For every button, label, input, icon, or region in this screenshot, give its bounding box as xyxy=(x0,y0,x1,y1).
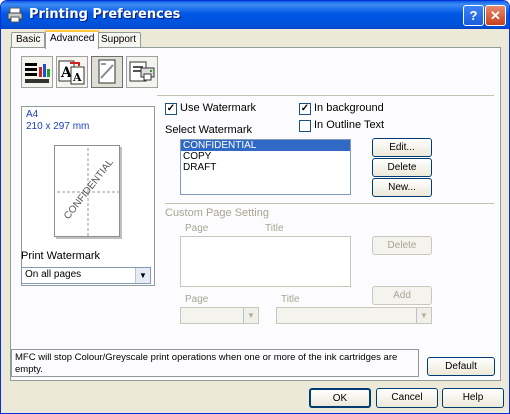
in-background-label: In background xyxy=(314,102,384,114)
scaling-icon: A A xyxy=(58,60,85,85)
page-select[interactable]: ▼ xyxy=(180,307,259,324)
close-title-button[interactable]: ✕ xyxy=(485,5,506,26)
tab-support-label: Support xyxy=(101,34,137,45)
title-column-header: Title xyxy=(265,223,284,234)
add-custom-page-button[interactable]: Add xyxy=(372,286,432,305)
custom-page-list[interactable] xyxy=(180,236,351,287)
use-watermark-checkbox[interactable]: ✓ xyxy=(165,103,177,115)
help-button[interactable]: Help xyxy=(442,388,504,408)
chevron-down-icon: ▼ xyxy=(243,308,258,323)
page-column-header: Page xyxy=(185,223,209,234)
in-background-checkbox[interactable]: ✓ xyxy=(299,103,311,115)
print-quality-icon xyxy=(25,63,50,83)
printing-preferences-window: Printing Preferences ? ✕ Basic Advanced … xyxy=(0,0,510,414)
default-button[interactable]: Default xyxy=(427,357,495,376)
edit-watermark-button[interactable]: Edit... xyxy=(372,138,432,157)
print-watermark-label: Print Watermark xyxy=(21,250,101,262)
delete-watermark-button[interactable]: Delete xyxy=(372,158,432,177)
watermark-icon xyxy=(98,59,116,84)
tab-basic-label: Basic xyxy=(16,34,41,45)
paper-dimensions: 210 x 297 mm xyxy=(26,121,90,132)
page-field-label: Page xyxy=(185,294,209,305)
custom-page-setting-label: Custom Page Setting xyxy=(165,207,269,219)
watermark-button[interactable] xyxy=(91,56,123,88)
chevron-down-icon: ▼ xyxy=(135,268,150,283)
in-outline-text-label: In Outline Text xyxy=(314,119,385,131)
advanced-panel: A A A4 210 x 297 mm CONFIDENTIAL Print W… xyxy=(10,47,501,381)
svg-text:A: A xyxy=(72,71,82,84)
window-title: Printing Preferences xyxy=(29,7,181,22)
tab-support[interactable]: Support xyxy=(96,32,142,48)
chevron-down-icon: ▼ xyxy=(416,308,431,323)
delete-custom-page-button[interactable]: Delete xyxy=(372,236,432,255)
scaling-button[interactable]: A A xyxy=(56,56,88,88)
new-watermark-button[interactable]: New... xyxy=(372,178,432,197)
select-watermark-label: Select Watermark xyxy=(165,124,253,136)
in-outline-text-checkbox[interactable] xyxy=(299,120,311,132)
watermark-list-item[interactable]: COPY xyxy=(181,151,350,162)
custom-page-separator xyxy=(165,203,494,204)
printer-icon xyxy=(7,7,23,23)
title-select[interactable]: ▼ xyxy=(276,307,432,324)
title-bar: Printing Preferences ? ✕ xyxy=(1,1,509,29)
tab-advanced[interactable]: Advanced xyxy=(45,30,100,49)
tab-advanced-label: Advanced xyxy=(50,33,95,44)
device-options-icon xyxy=(129,61,155,82)
help-title-button[interactable]: ? xyxy=(463,5,484,26)
watermark-list-item[interactable]: CONFIDENTIAL xyxy=(181,140,350,151)
ok-button[interactable]: OK xyxy=(309,388,371,408)
print-watermark-value: On all pages xyxy=(25,269,82,280)
use-watermark-label: Use Watermark xyxy=(180,102,256,114)
print-quality-button[interactable] xyxy=(21,56,53,88)
watermark-list[interactable]: CONFIDENTIAL COPY DRAFT xyxy=(180,139,351,195)
paper-size: A4 xyxy=(26,109,39,120)
tab-basic[interactable]: Basic xyxy=(11,32,46,48)
toolbar-separator xyxy=(157,95,494,96)
title-field-label: Title xyxy=(281,294,300,305)
cancel-button[interactable]: Cancel xyxy=(376,388,438,408)
device-options-button[interactable] xyxy=(126,56,158,88)
preview-page: CONFIDENTIAL xyxy=(54,145,120,237)
print-watermark-select[interactable]: On all pages ▼ xyxy=(21,267,151,284)
status-message: MFC will stop Colour/Greyscale print ope… xyxy=(11,349,419,377)
watermark-list-item[interactable]: DRAFT xyxy=(181,162,350,173)
